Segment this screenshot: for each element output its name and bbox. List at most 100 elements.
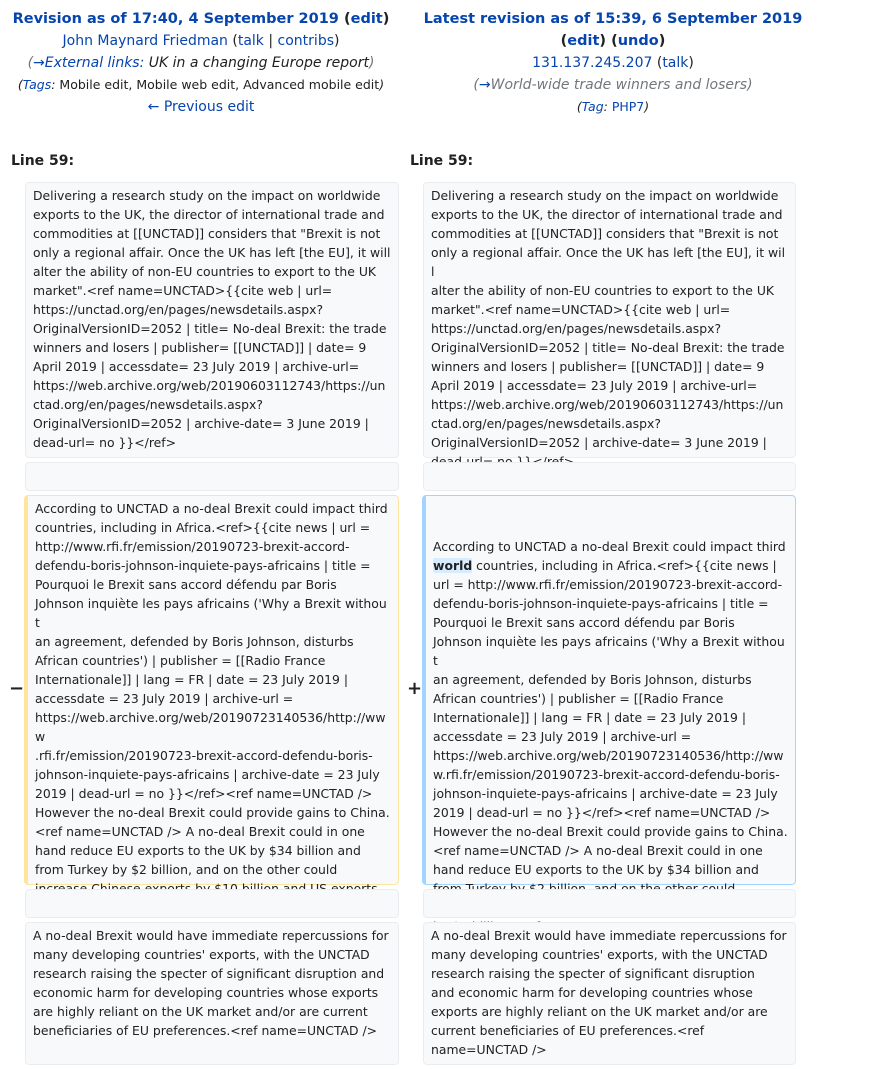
wikitext-line: <ref name=UNCTAD /> A no-deal Brexit cou… — [433, 843, 763, 858]
wikitext-line: many developing countries' exports, with… — [33, 947, 370, 962]
wikitext-line: an agreement, defended by Boris Johnson,… — [433, 672, 752, 687]
wikitext-line: http://www.rfi.fr/emission/20190723-brex… — [35, 539, 350, 554]
wikitext-line: and economic harm for developing countri… — [431, 985, 753, 1000]
wikitext-line: Internationale]] | lang = FR | date = 23… — [35, 672, 348, 687]
new-edit-link[interactable]: edit — [567, 33, 599, 49]
new-context-paragraph-1: Delivering a research study on the impac… — [423, 182, 796, 469]
old-user-contribs-link[interactable]: contribs — [278, 33, 334, 49]
wikitext-line: OriginalVersionID=2052 | title= No-deal … — [431, 340, 785, 355]
wikitext-line: only a regional affair. Once the UK has … — [33, 245, 391, 260]
wikitext-line: w.rfi.fr/emission/20190723-brexit-accord… — [433, 767, 780, 782]
old-tags-value: Mobile edit, Mobile web edit, Advanced m… — [59, 77, 380, 92]
new-user-link[interactable]: 131.137.245.207 — [532, 55, 652, 71]
wikitext-line: winners and losers | publisher= [[UNCTAD… — [431, 359, 765, 374]
added-rest: url = http://www.rfi.fr/emission/2019072… — [433, 575, 788, 936]
wikitext-line: name=UNCTAD /> — [431, 1042, 547, 1057]
new-tags-value[interactable]: PHP7 — [612, 99, 644, 114]
wikitext-line: economic harm for developing countries w… — [33, 985, 379, 1000]
wikitext-line: accessdate = 23 July 2019 | archive-url … — [433, 729, 692, 744]
wikitext-line: from Turkey by $2 billion, and on the ot… — [35, 862, 338, 877]
wikitext-line: research raising the specter of signific… — [431, 966, 755, 981]
wikitext-line: https://web.archive.org/web/201907231405… — [433, 748, 784, 763]
wikitext-line: an agreement, defended by Boris Johnson,… — [35, 634, 354, 649]
new-user-talk-link[interactable]: talk — [662, 55, 688, 71]
undo-link[interactable]: undo — [618, 33, 659, 49]
new-tags-link[interactable]: Tag — [582, 99, 604, 114]
new-empty-line-2 — [423, 889, 796, 918]
wikitext-line: alter the ability of non-EU countries to… — [33, 264, 377, 279]
old-edit-link[interactable]: edit — [351, 11, 383, 27]
wikitext-line: Johnson inquiète les pays africains ('Wh… — [433, 634, 785, 668]
wikitext-line: url = http://www.rfi.fr/emission/2019072… — [433, 577, 783, 592]
wikitext-line: accessdate = 23 July 2019 | archive-url … — [35, 691, 294, 706]
old-user-link[interactable]: John Maynard Friedman — [63, 33, 228, 49]
wikitext-line: johnson-inquiete-pays-africains | archiv… — [35, 767, 380, 782]
new-line-number: Line 59: — [410, 153, 474, 169]
wikitext-line: However the no-deal Brexit could provide… — [433, 824, 788, 839]
new-context-paragraph-2: A no-deal Brexit would have immediate re… — [423, 922, 796, 1065]
wikitext-line: African countries') | publisher = [[Radi… — [433, 691, 724, 706]
wikitext-line: According to UNCTAD a no-deal Brexit cou… — [35, 501, 388, 516]
wikitext-line: Johnson inquiète les pays africains ('Wh… — [35, 596, 387, 630]
added-line-1: According to UNCTAD a no-deal Brexit cou… — [433, 539, 786, 554]
wikitext-line: commodities at [[UNCTAD]] considers that… — [431, 226, 779, 241]
wikitext-line: research raising the specter of signific… — [33, 966, 385, 981]
new-revision-actions: (edit) (undo) — [560, 33, 666, 49]
new-revision-user: 131.137.245.207 (talk) — [532, 55, 694, 71]
wikitext-line: OriginalVersionID=2052 | archive-date= 3… — [33, 416, 369, 431]
old-revision-title: Revision as of 17:40, 4 September 2019 (… — [12, 11, 390, 27]
wikitext-line: However the no-deal Brexit could provide… — [35, 805, 390, 820]
new-revision-title: Latest revision as of 15:39, 6 September… — [400, 8, 826, 30]
wikitext-line: Delivering a research study on the impac… — [431, 188, 779, 203]
wikitext-line: hand reduce EU exports to the UK by $34 … — [433, 862, 759, 877]
new-edit-summary: (→World-wide trade winners and losers) — [473, 77, 753, 93]
old-user-talk-link[interactable]: talk — [238, 33, 264, 49]
wikitext-line: countries, including in Africa.<ref>{{ci… — [35, 520, 371, 535]
added-paragraph: According to UNCTAD a no-deal Brexit cou… — [422, 495, 796, 934]
old-edit-tags: (Tags: Mobile edit, Mobile web edit, Adv… — [17, 77, 385, 92]
wikitext-line: current beneficiaries of EU preferences.… — [431, 1023, 705, 1038]
old-context-paragraph-2: A no-deal Brexit would have immediate re… — [25, 922, 399, 1065]
wikitext-line: https://unctad.org/en/pages/newsdetails.… — [431, 321, 722, 336]
wikitext-line: exports to the UK, the director of inter… — [431, 207, 783, 222]
previous-edit-link[interactable]: ← Previous edit — [148, 99, 255, 115]
wikitext-line: johnson-inquiete-pays-africains | archiv… — [433, 786, 778, 801]
wikitext-line: A no-deal Brexit would have immediate re… — [33, 928, 389, 943]
wikitext-line: African countries') | publisher = [[Radi… — [35, 653, 326, 668]
wikitext-line: <ref name=UNCTAD /> A no-deal Brexit cou… — [35, 824, 365, 839]
wikitext-line: April 2019 | accessdate= 23 July 2019 | … — [33, 359, 360, 374]
new-revision-link[interactable]: Latest revision as of 15:39, 6 September… — [424, 11, 803, 27]
wikitext-line: defendu-boris-johnson-inquiete-pays-afri… — [433, 596, 769, 611]
old-tags-link[interactable]: Tags — [23, 77, 51, 92]
wikitext-line: Pourquoi le Brexit sans accord défendu p… — [35, 577, 337, 592]
new-summary-section-link[interactable]: → — [479, 77, 491, 93]
added-marker: + — [407, 678, 423, 699]
wikitext-line: ctad.org/en/pages/newsdetails.aspx? — [431, 416, 661, 431]
wikitext-line: Pourquoi le Brexit sans accord défendu p… — [433, 615, 735, 630]
wikitext-line: hand reduce EU exports to the UK by $34 … — [35, 843, 361, 858]
wikitext-line: https://unctad.org/en/pages/newsdetails.… — [33, 302, 324, 317]
wikitext-line: many developing countries' exports, with… — [431, 947, 768, 962]
old-edit-summary: (→External links: UK in a changing Europ… — [27, 55, 375, 71]
wikitext-line: beneficiaries of EU preferences.<ref nam… — [33, 1023, 378, 1038]
old-empty-line-2 — [25, 889, 399, 918]
old-summary-section-link[interactable]: →External links: — [33, 55, 144, 71]
old-revision-link[interactable]: Revision as of 17:40, 4 September 2019 — [13, 11, 339, 27]
old-context-paragraph-1: Delivering a research study on the impac… — [25, 182, 399, 458]
old-summary-text: UK in a changing Europe report — [148, 55, 369, 71]
wikitext-line: Delivering a research study on the impac… — [33, 188, 381, 203]
new-revision-header: Latest revision as of 15:39, 6 September… — [400, 8, 826, 118]
new-edit-tags: (Tag: PHP7) — [576, 99, 650, 114]
wikitext-line: OriginalVersionID=2052 | archive-date= 3… — [431, 435, 767, 450]
old-line-number: Line 59: — [11, 153, 75, 169]
new-empty-line — [423, 462, 796, 491]
wikitext-line: OriginalVersionID=2052 | title= No-deal … — [33, 321, 387, 336]
inserted-word: world — [433, 558, 473, 573]
wikitext-line: https://web.archive.org/web/201907231405… — [35, 710, 386, 744]
wikitext-line: A no-deal Brexit would have immediate re… — [431, 928, 787, 943]
wikitext-line: dead-url= no }}</ref> — [33, 435, 177, 450]
wikitext-line: market".<ref name=UNCTAD>{{cite web | ur… — [431, 302, 731, 317]
new-summary-text: World-wide trade winners and losers — [490, 77, 748, 93]
wikitext-line: winners and losers | publisher= [[UNCTAD… — [33, 340, 367, 355]
wikitext-line: April 2019 | accessdate= 23 July 2019 | … — [431, 378, 758, 393]
